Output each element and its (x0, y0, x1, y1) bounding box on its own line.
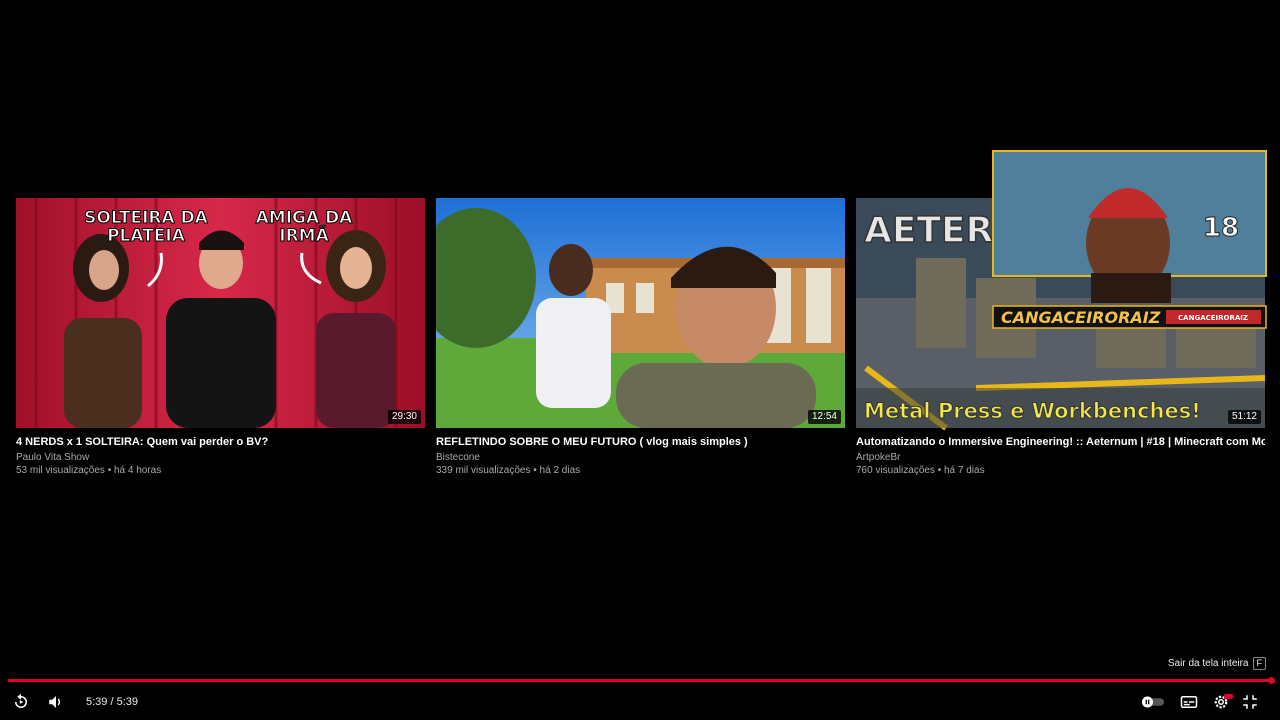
endscreen-video-card-1[interactable]: SOLTEIRA DA PLATEIA AMIGA DA IRMÃ 29:30 … (16, 198, 425, 478)
thumb-caption-1: SOLTEIRA DA (84, 208, 209, 228)
video-channel: ArtpokeBr (856, 452, 901, 463)
video-duration-badge: 12:54 (807, 410, 841, 424)
subtitles-button[interactable] (1177, 692, 1201, 712)
video-duration-badge: 51:12 (1227, 410, 1261, 424)
video-channel: Paulo Vita Show (16, 452, 90, 463)
video-duration-badge: 29:30 (387, 410, 421, 424)
exit-fullscreen-tooltip: Sair da tela inteira F (1168, 657, 1266, 670)
thumb-caption-2: PLATEIA (107, 226, 186, 246)
progress-bar[interactable] (8, 679, 1272, 682)
endscreen-grid: SOLTEIRA DA PLATEIA AMIGA DA IRMÃ 29:30 … (16, 150, 1267, 478)
thumbnail-2-art (436, 198, 845, 428)
autoplay-toggle[interactable] (1141, 692, 1165, 712)
mute-button[interactable] (44, 692, 68, 712)
video-title[interactable]: 4 NERDS x 1 SOLTEIRA: Quem vai perder o … (16, 435, 425, 449)
video-channel: Bistecone (436, 452, 480, 463)
video-title[interactable]: REFLETINDO SOBRE O MEU FUTURO ( vlog mai… (436, 435, 845, 449)
progress-scrubber[interactable] (1268, 677, 1275, 684)
video-thumbnail-2[interactable]: 12:54 (436, 198, 845, 428)
thumb-streamer-name: CANGACEIRORAIZ (1001, 308, 1161, 327)
video-thumbnail-3[interactable]: AETERNU Metal Press e Workbenches! 18 CA… (856, 150, 1267, 431)
endscreen-video-card-2[interactable]: 12:54 REFLETINDO SOBRE O MEU FUTURO ( vl… (436, 198, 845, 478)
thumb-caption-3: AMIGA DA (256, 208, 354, 228)
subtitles-icon (1180, 696, 1198, 708)
video-meta: 339 mil visualizações • há 2 dias (436, 465, 581, 476)
hd-badge (1224, 694, 1233, 699)
volume-icon (49, 696, 61, 708)
tooltip-label: Sair da tela inteira (1167, 658, 1249, 669)
player-controls: 5:39 / 5:39 (0, 686, 1280, 718)
video-thumbnail-1[interactable]: SOLTEIRA DA PLATEIA AMIGA DA IRMÃ 29:30 (16, 198, 425, 428)
thumb-streamer-tag: CANGACEIRORAIZ (1178, 314, 1248, 322)
autoplay-toggle-icon (1141, 696, 1165, 708)
settings-button[interactable] (1209, 692, 1233, 712)
thumb-episode-number: 18 (1203, 213, 1239, 243)
video-meta: 760 visualizações • há 7 dias (856, 465, 985, 476)
video-meta: 53 mil visualizações • há 4 horas (16, 465, 162, 476)
replay-button[interactable] (9, 692, 33, 712)
video-title[interactable]: Automatizando o Immersive Engineering! :… (856, 435, 1265, 449)
time-display: 5:39 / 5:39 (86, 696, 138, 708)
replay-icon (15, 693, 27, 708)
thumb-caption-4: IRMÃ (279, 223, 329, 246)
endscreen-video-card-3[interactable]: AETERNU Metal Press e Workbenches! 18 CA… (856, 150, 1267, 478)
thumb-subtitle: Metal Press e Workbenches! (864, 399, 1201, 423)
exit-fullscreen-button[interactable] (1238, 692, 1262, 712)
tooltip-shortcut-key: F (1252, 657, 1266, 670)
thumbnail-1-art: SOLTEIRA DA PLATEIA AMIGA DA IRMÃ (16, 198, 425, 428)
exit-fullscreen-icon (1243, 695, 1257, 709)
thumbnail-3-art: AETERNU Metal Press e Workbenches! 18 CA… (856, 150, 1267, 431)
